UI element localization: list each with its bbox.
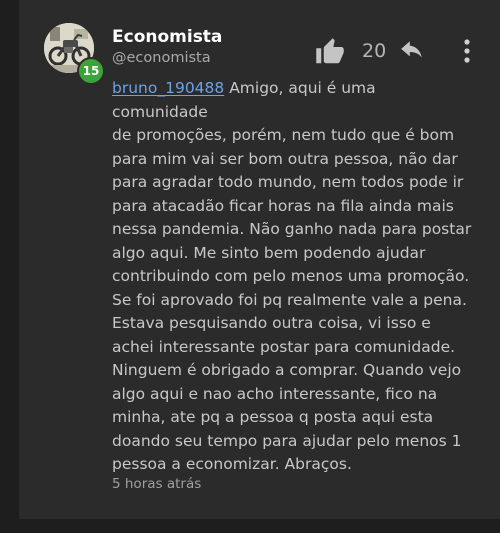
reply-arrow-icon [401,41,422,58]
author-handle[interactable]: @economista [112,50,211,66]
author-name[interactable]: Economista [112,27,222,47]
card-divider [0,519,500,533]
reply-button[interactable] [399,40,425,62]
like-count: 20 [362,40,387,62]
comment-timestamp: 5 horas atrás [112,476,202,492]
like-button[interactable] [314,37,346,67]
comment-body: bruno_190488 Amigo, aqui é uma comunidad… [112,77,472,477]
more-options-button[interactable] [456,38,478,64]
more-vertical-icon [464,39,470,63]
comment-page: 15 Economista @economista 20 bruno_19048… [0,0,500,533]
level-badge: 15 [77,57,105,85]
user-mention-link[interactable]: bruno_190488 [112,79,224,97]
thumbs-up-icon [316,38,344,64]
comment-text: Amigo, aqui é uma comunidade de promoçõe… [112,79,472,473]
